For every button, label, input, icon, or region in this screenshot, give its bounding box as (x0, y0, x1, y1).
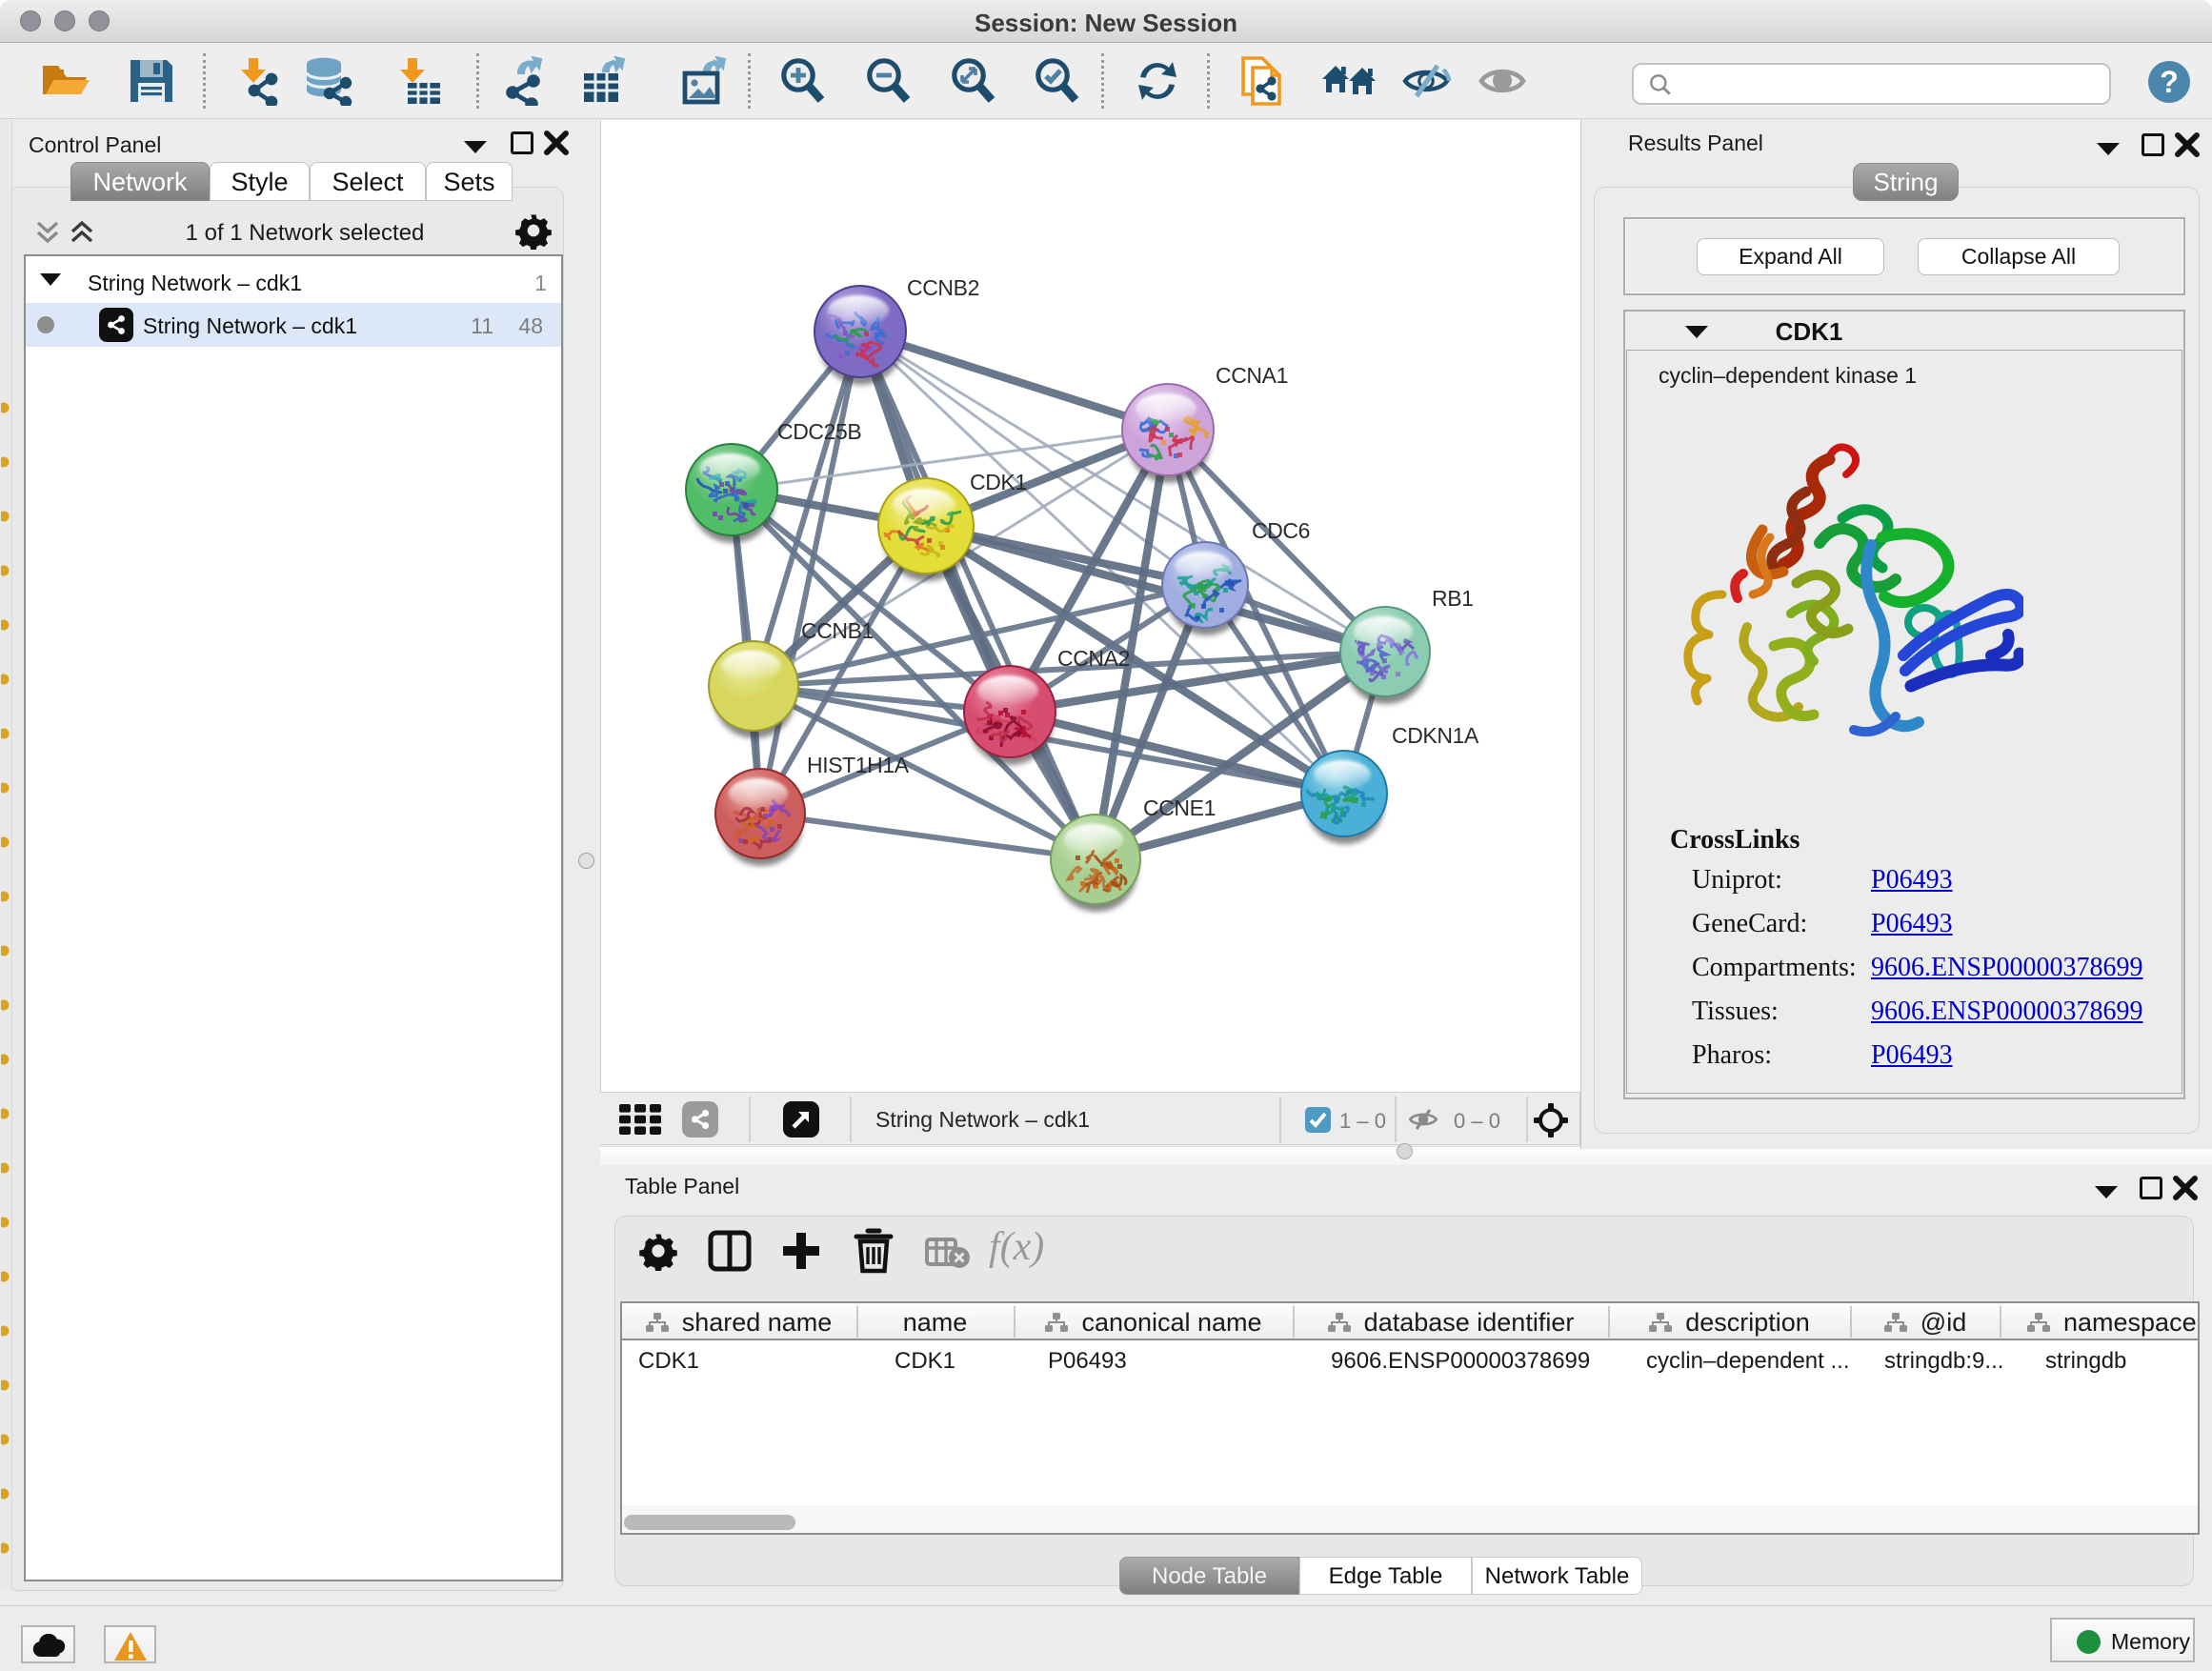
svg-text:RB1: RB1 (1432, 586, 1474, 611)
svg-text:CDKN1A: CDKN1A (1392, 723, 1479, 748)
svg-text:CDK1: CDK1 (970, 470, 1027, 494)
svg-text:?: ? (2160, 65, 2179, 99)
svg-text:CCNA1: CCNA1 (1216, 363, 1288, 388)
svg-text:CCNB2: CCNB2 (907, 275, 979, 300)
svg-text:CDC25B: CDC25B (777, 419, 861, 444)
svg-text:CCNA2: CCNA2 (1057, 646, 1130, 671)
svg-text:CCNB1: CCNB1 (801, 618, 874, 643)
svg-text:HIST1H1A: HIST1H1A (807, 753, 910, 777)
svg-text:CDC6: CDC6 (1252, 518, 1310, 543)
svg-text:CCNE1: CCNE1 (1143, 795, 1216, 820)
